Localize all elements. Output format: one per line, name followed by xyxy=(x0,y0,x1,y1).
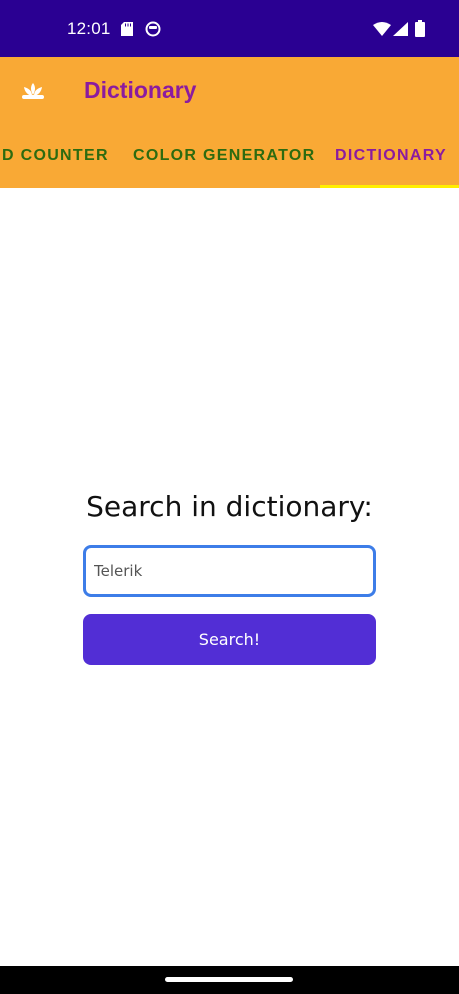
app-title: Dictionary xyxy=(84,77,197,103)
lotus-icon xyxy=(22,83,44,99)
battery-icon xyxy=(415,20,425,37)
status-time: 12:01 xyxy=(67,19,111,38)
tab-color-generator[interactable]: COLOR GENERATOR xyxy=(133,147,315,165)
signal-icon xyxy=(393,22,408,36)
wifi-icon xyxy=(373,22,391,36)
tab-word-counter[interactable]: D COUNTER xyxy=(2,147,109,165)
navigation-bar xyxy=(0,966,459,994)
status-bar: 12:01 xyxy=(0,0,459,57)
search-button[interactable]: Search! xyxy=(83,614,376,665)
page-heading: Search in dictionary: xyxy=(86,490,373,523)
search-input[interactable] xyxy=(83,545,376,597)
sd-card-icon xyxy=(121,22,133,36)
tab-bar: D COUNTER COLOR GENERATOR DICTIONARY xyxy=(0,131,459,188)
app-bar: Dictionary D COUNTER COLOR GENERATOR DIC… xyxy=(0,57,459,188)
face-icon xyxy=(145,21,161,37)
home-gesture-handle[interactable] xyxy=(165,977,293,982)
tab-indicator xyxy=(320,185,459,188)
tab-dictionary[interactable]: DICTIONARY xyxy=(335,147,447,165)
